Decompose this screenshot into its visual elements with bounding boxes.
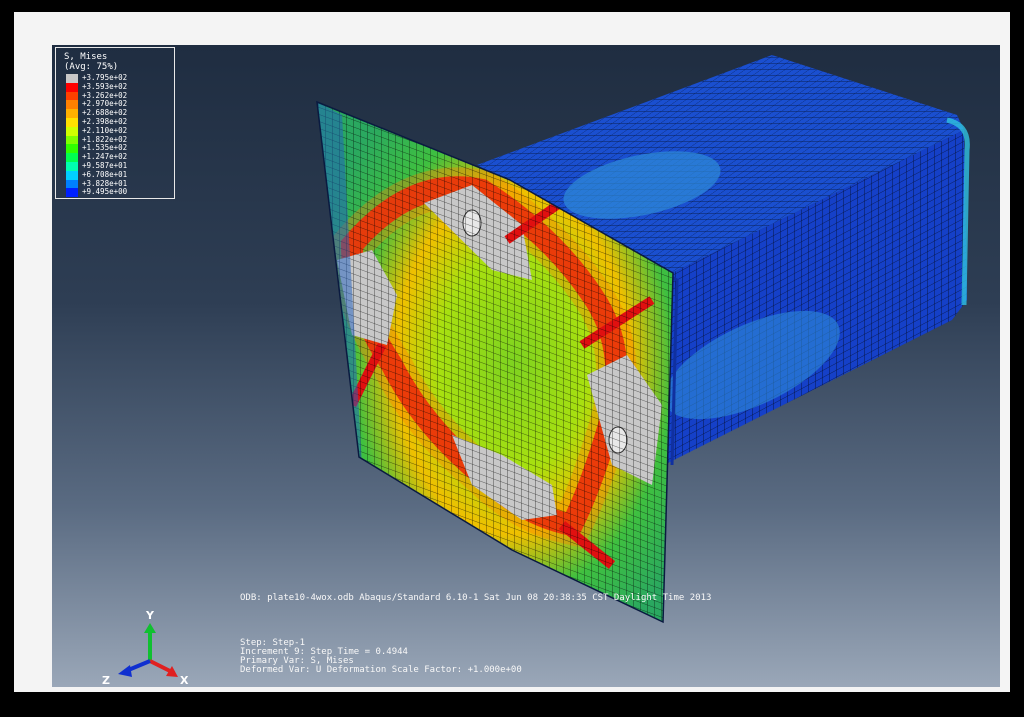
image-frame: S, Mises (Avg: 75%) +3.795e+02 +3.593e+02… (14, 12, 1010, 692)
triad-z-label: Z (102, 674, 110, 687)
triad-x-label: X (180, 674, 189, 687)
deformed-var-info: Deformed Var: U Deformation Scale Factor… (240, 665, 522, 675)
axis-triad: Y X Z (102, 603, 192, 687)
abaqus-viewport[interactable]: S, Mises (Avg: 75%) +3.795e+02 +3.593e+02… (52, 45, 1000, 687)
odb-info-line: ODB: plate10-4wox.odb Abaqus/Standard 6.… (240, 593, 712, 603)
fe-model[interactable] (52, 45, 1000, 687)
triad-y-label: Y (146, 609, 154, 622)
